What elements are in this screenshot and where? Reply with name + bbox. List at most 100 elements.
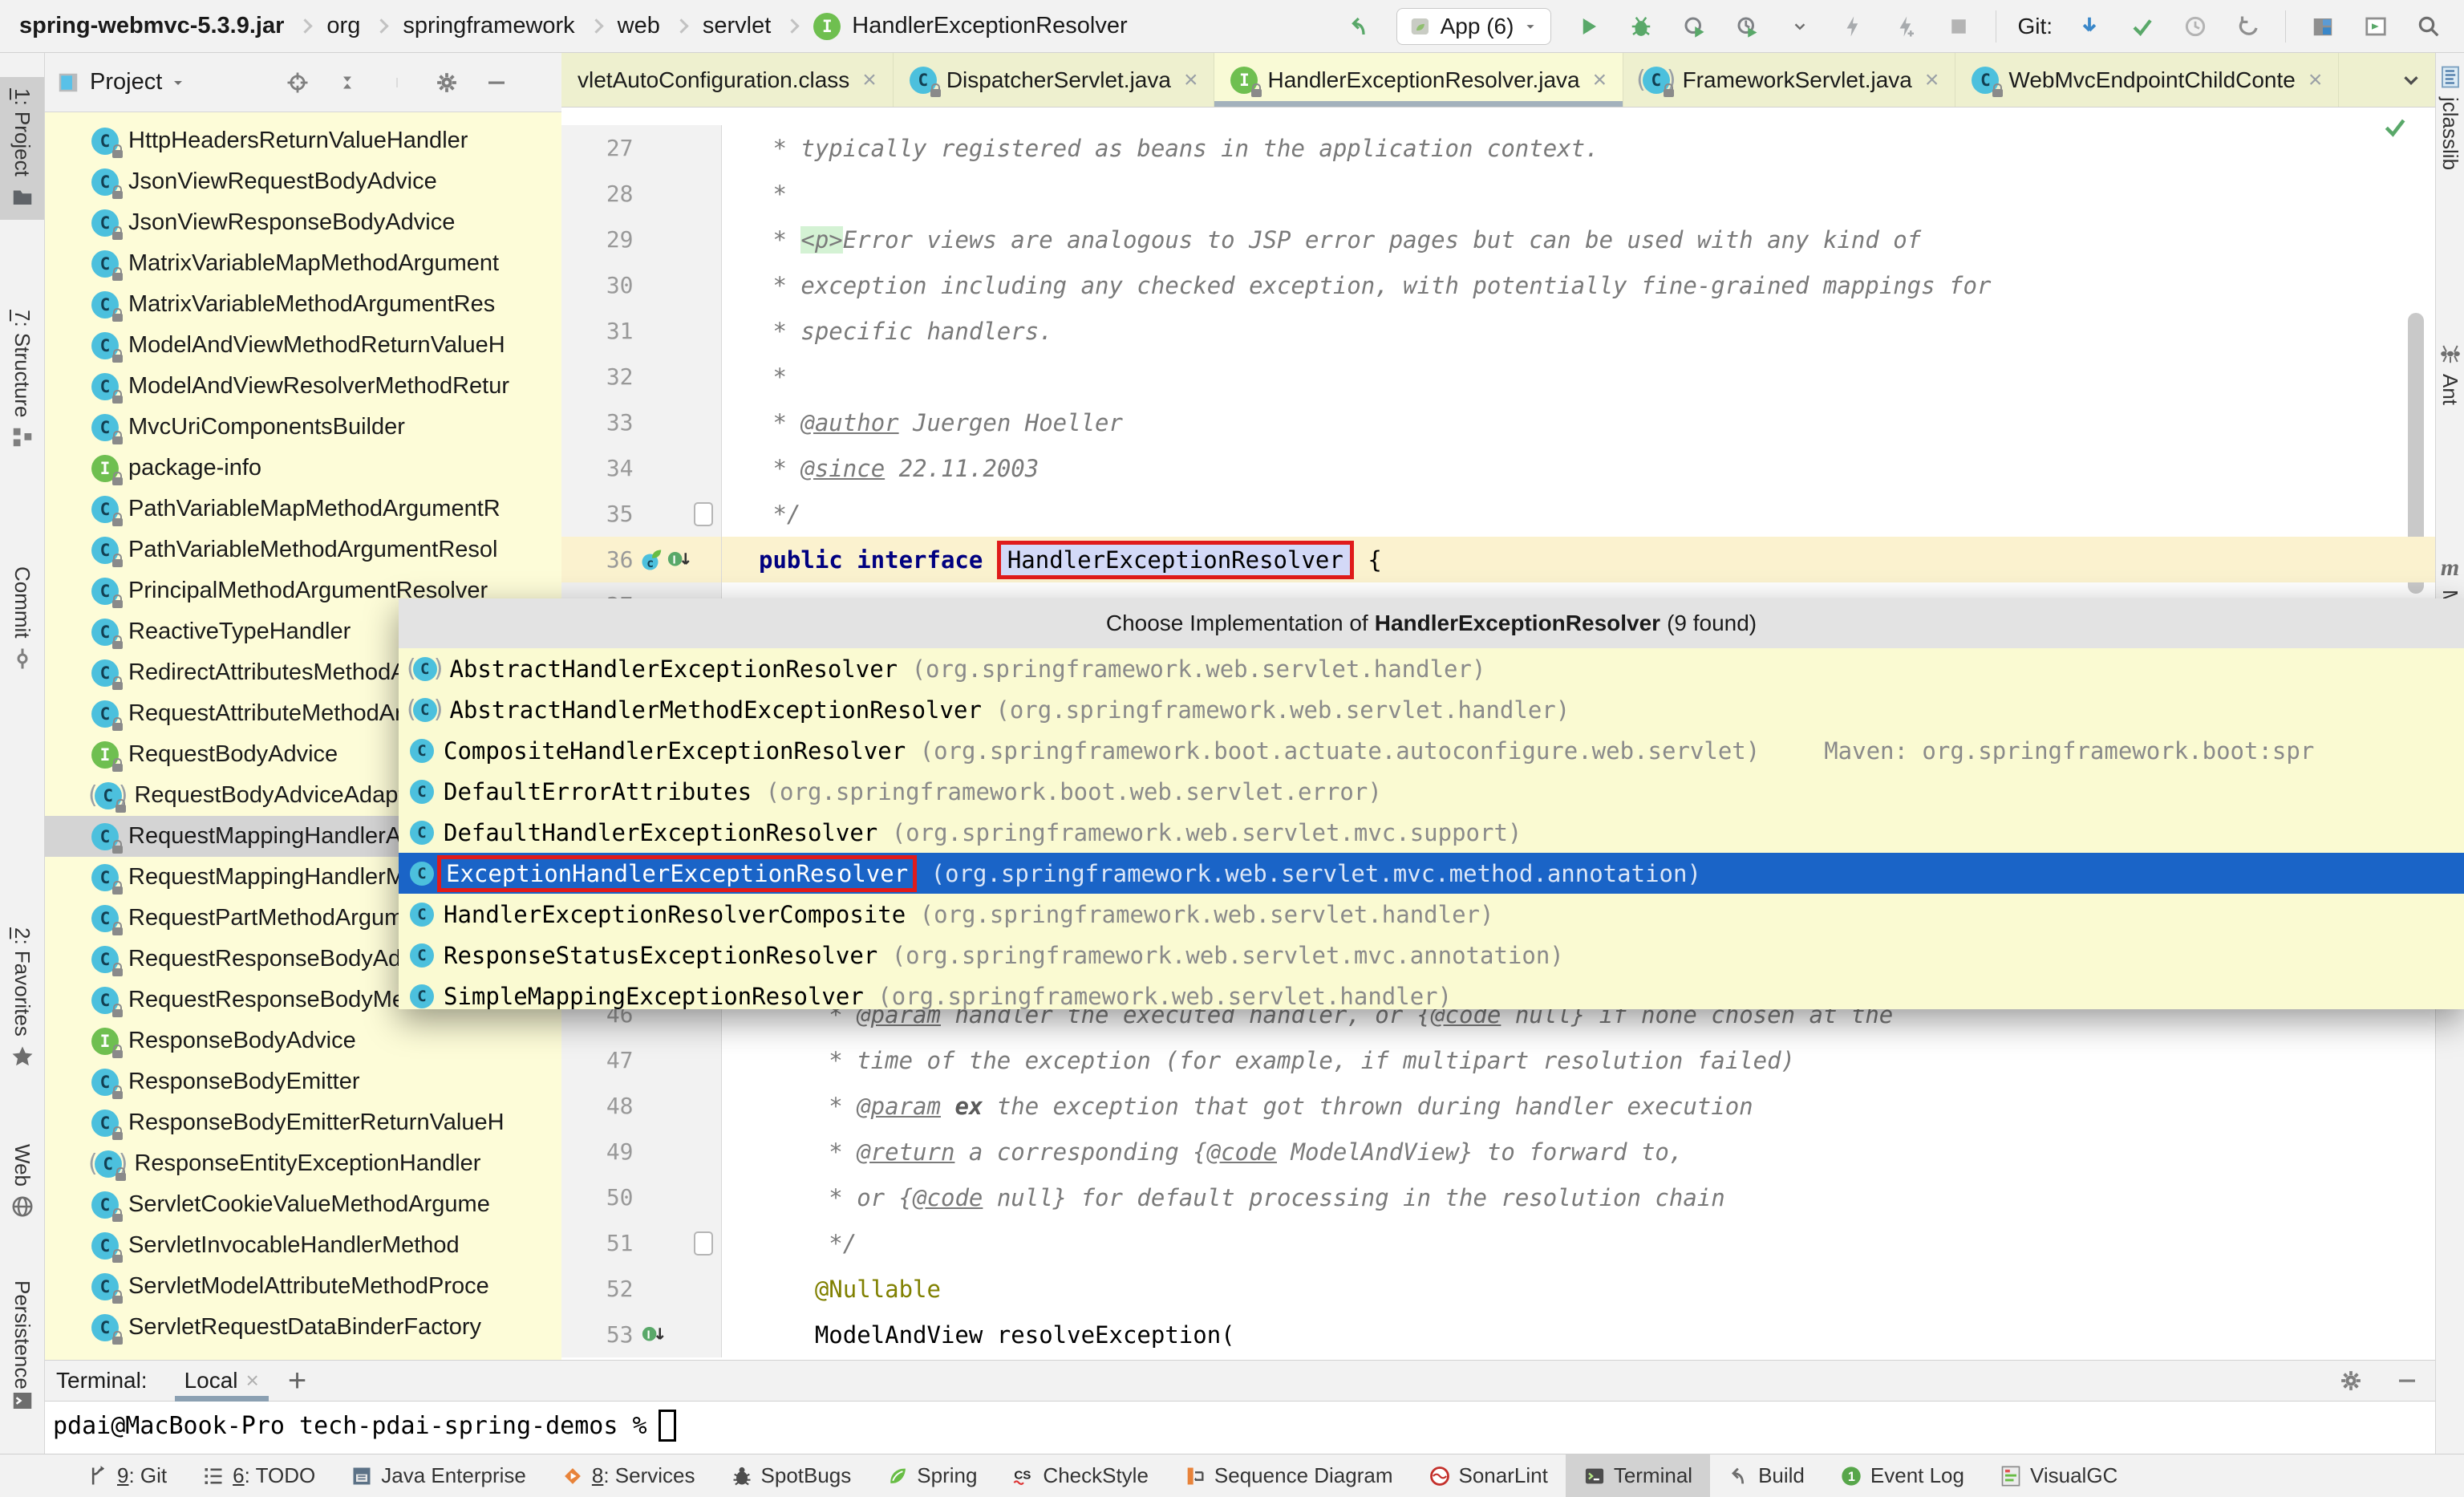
project-panel-title[interactable]: Project <box>90 69 162 95</box>
editor-line[interactable]: 27 * typically registered as beans in th… <box>561 125 2435 171</box>
statusbar-item-java-enterprise[interactable]: Java Enterprise <box>333 1454 544 1497</box>
close-icon[interactable]: × <box>246 1368 259 1394</box>
chevron-down-icon[interactable] <box>168 73 188 92</box>
editor-line[interactable]: 28 * <box>561 171 2435 217</box>
tree-item[interactable]: CModelAndViewResolverMethodRetur <box>45 366 561 407</box>
editor-line[interactable]: 49 * @return a corresponding {@code Mode… <box>561 1129 2435 1174</box>
tree-item[interactable]: CServletInvocableHandlerMethod <box>45 1225 561 1266</box>
impldown-icon[interactable]: I <box>640 1323 666 1347</box>
editor-line[interactable]: 52 @Nullable <box>561 1266 2435 1312</box>
editor-line[interactable]: 48 * @param ex the exception that got th… <box>561 1083 2435 1129</box>
tree-item[interactable]: CModelAndViewMethodReturnValueH <box>45 325 561 366</box>
breadcrumb-item[interactable]: springframework <box>403 13 574 39</box>
clock-button[interactable] <box>2179 10 2211 43</box>
statusbar-item-event-log[interactable]: 1Event Log <box>1822 1454 1982 1497</box>
hide-panel-button[interactable] <box>480 67 513 99</box>
tree-item[interactable]: CResponseBodyEmitter <box>45 1061 561 1102</box>
editor-tab[interactable]: vletAutoConfiguration.class× <box>561 53 894 107</box>
tree-item[interactable]: CMvcUriComponentsBuilder <box>45 407 561 448</box>
tree-item[interactable]: (C)ResponseEntityExceptionHandler <box>45 1143 561 1184</box>
impldown-icon[interactable]: I <box>666 548 691 572</box>
editor-line[interactable]: 35 */ <box>561 491 2435 537</box>
gitupdate-button[interactable] <box>2073 10 2105 43</box>
run-config-select[interactable]: App (6) <box>1396 8 1552 45</box>
play-button[interactable] <box>1572 10 1604 43</box>
undo-button[interactable] <box>2232 10 2264 43</box>
editor-line[interactable]: 33 * @author Juergen Hoeller <box>561 400 2435 445</box>
popup-implementation-item[interactable]: CCompositeHandlerExceptionResolver (org.… <box>399 730 2464 771</box>
popup-implementation-item[interactable]: CDefaultHandlerExceptionResolver (org.sp… <box>399 812 2464 853</box>
popup-implementation-item[interactable]: CHandlerExceptionResolverComposite (org.… <box>399 894 2464 935</box>
popup-implementation-item[interactable]: (C)AbstractHandlerMethodExceptionResolve… <box>399 689 2464 730</box>
statusbar-item-visualgc[interactable]: VisualGC <box>1982 1454 2135 1497</box>
stripe-item-ant[interactable]: Ant <box>2436 342 2464 405</box>
tree-item[interactable]: CPathVariableMapMethodArgumentR <box>45 489 561 529</box>
stripe-item----structure[interactable]: 7: Structure <box>0 310 44 449</box>
fold-marker-icon[interactable] <box>694 502 713 526</box>
terminal-tab-local[interactable]: Local × <box>180 1361 264 1401</box>
terminal-settings-gear-icon[interactable] <box>2339 1369 2363 1393</box>
check-button[interactable] <box>2126 10 2158 43</box>
statusbar-item-spring[interactable]: Spring <box>869 1454 995 1497</box>
breadcrumb-item[interactable]: web <box>618 13 660 39</box>
tabs-dropdown-chevron-icon[interactable] <box>2395 64 2427 96</box>
popup-implementation-item[interactable]: CDefaultErrorAttributes (org.springframe… <box>399 771 2464 812</box>
breadcrumb-item[interactable]: spring-webmvc-5.3.9.jar <box>19 13 284 39</box>
options-gear-button[interactable] <box>431 67 463 99</box>
statusbar-item-build[interactable]: Build <box>1710 1454 1822 1497</box>
stripe-item-commit[interactable]: Commit <box>0 566 44 671</box>
back-button[interactable] <box>1343 10 1376 43</box>
editor-line[interactable]: 53I ModelAndView resolveException( <box>561 1312 2435 1357</box>
editor-line[interactable]: 32 * <box>561 354 2435 400</box>
statusbar-item-sequence-diagram[interactable]: Sequence Diagram <box>1166 1454 1411 1497</box>
tree-item[interactable]: IResponseBodyAdvice <box>45 1020 561 1061</box>
tree-item[interactable]: CResponseBodyEmitterReturnValueH <box>45 1102 561 1143</box>
editor-line[interactable]: 51 */ <box>561 1220 2435 1266</box>
stripe-item-persistence[interactable]: Persistence <box>0 1280 44 1389</box>
console-button[interactable] <box>2360 10 2392 43</box>
statusbar-item----services[interactable]: 8: Services <box>544 1454 713 1497</box>
close-icon[interactable]: × <box>1593 67 1607 94</box>
editor-line[interactable]: 31 * specific handlers. <box>561 308 2435 354</box>
tree-item[interactable]: CServletCookieValueMethodArgume <box>45 1184 561 1225</box>
statusbar-item-spotbugs[interactable]: SpotBugs <box>713 1454 869 1497</box>
stripe-item----project[interactable]: 1: Project <box>0 77 44 220</box>
tree-item[interactable]: CPathVariableMethodArgumentResol <box>45 529 561 570</box>
tree-item[interactable]: CMatrixVariableMapMethodArgument <box>45 243 561 284</box>
stripe-item----favorites[interactable]: 2: Favorites <box>0 927 44 1069</box>
tree-item[interactable]: CServletModelAttributeMethodProce <box>45 1266 561 1307</box>
popup-implementation-item[interactable]: CExceptionHandlerExceptionResolver (org.… <box>399 853 2464 894</box>
breadcrumb-item[interactable]: HandlerExceptionResolver <box>852 13 1127 39</box>
toolwin-button[interactable] <box>2307 10 2339 43</box>
bolt-button[interactable] <box>1837 10 1869 43</box>
editor-tab[interactable]: IHandlerExceptionResolver.java× <box>1214 53 1623 107</box>
tree-item[interactable]: CJsonViewRequestBodyAdvice <box>45 161 561 202</box>
terminal-hide-icon[interactable] <box>2395 1369 2419 1393</box>
terminal-output[interactable]: pdai@MacBook-Pro tech-pdai-spring-demos … <box>45 1402 2435 1442</box>
chevsm-button[interactable] <box>1784 10 1816 43</box>
profiler-button[interactable] <box>1731 10 1763 43</box>
tree-item[interactable]: CJsonViewResponseBodyAdvice <box>45 202 561 243</box>
popup-implementation-item[interactable]: CResponseStatusExceptionResolver (org.sp… <box>399 935 2464 976</box>
tree-item[interactable]: CMatrixVariableMethodArgumentRes <box>45 284 561 325</box>
new-terminal-tab-button[interactable]: + <box>288 1363 306 1399</box>
editor-tab[interactable]: (C)FrameworkServlet.java× <box>1623 53 1955 107</box>
editor-line[interactable]: 34 * @since 22.11.2003 <box>561 445 2435 491</box>
stop-button[interactable] <box>1943 10 1975 43</box>
tree-item[interactable]: CHttpHeadersReturnValueHandler <box>45 120 561 161</box>
editor-line[interactable]: 29 * <p>Error views are analogous to JSP… <box>561 217 2435 262</box>
breadcrumb-item[interactable]: org <box>326 13 360 39</box>
statusbar-item----todo[interactable]: 6: TODO <box>184 1454 333 1497</box>
editor-line[interactable]: 50 * or {@code null} for default process… <box>561 1174 2435 1220</box>
coverage-button[interactable] <box>1678 10 1710 43</box>
close-icon[interactable]: × <box>1925 67 1939 94</box>
tree-item[interactable]: CServletRequestDataBinderFactory <box>45 1307 561 1348</box>
locate-file-button[interactable] <box>282 67 314 99</box>
close-icon[interactable]: × <box>2308 67 2323 94</box>
bug-button[interactable] <box>1625 10 1657 43</box>
statusbar-item----git[interactable]: 9: Git <box>69 1454 184 1497</box>
editor-line[interactable]: 30 * exception including any checked exc… <box>561 262 2435 308</box>
editor-line[interactable]: 36cIpublic interface HandlerExceptionRes… <box>561 537 2435 582</box>
boltplus-button[interactable] <box>1890 10 1922 43</box>
statusbar-item-checkstyle[interactable]: CSCheckStyle <box>995 1454 1166 1497</box>
